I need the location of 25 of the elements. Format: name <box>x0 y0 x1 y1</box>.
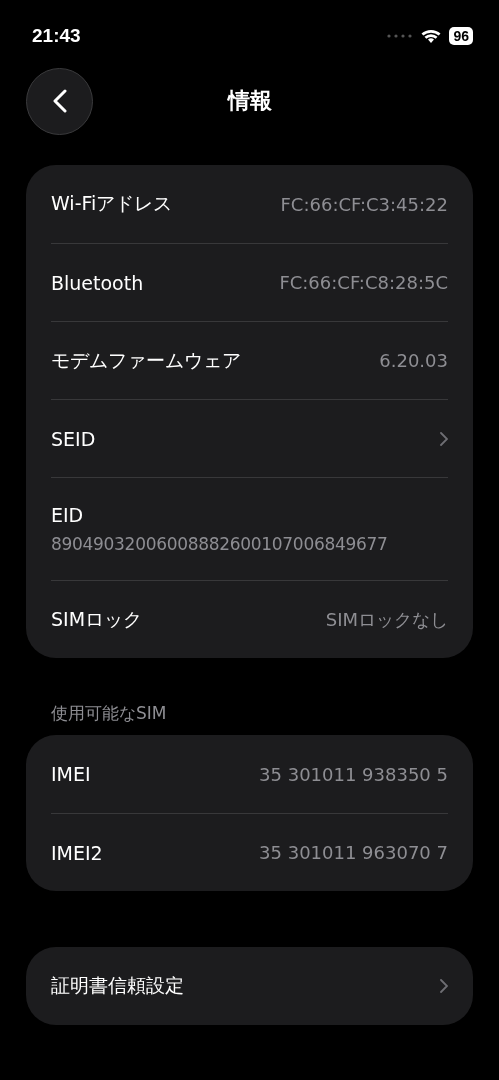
wifi-icon <box>421 28 442 44</box>
battery-level: 96 <box>449 27 473 45</box>
chevron-icon <box>440 431 448 446</box>
row-value: FC:66:CF:C3:45:22 <box>280 193 448 215</box>
row-label: IMEI <box>51 763 92 785</box>
row-value: 35 301011 963070 7 <box>259 842 448 863</box>
back-icon <box>52 89 67 113</box>
settings-link-row[interactable]: 証明書信頼設定 <box>51 947 448 1025</box>
row-label: Wi-Fiアドレス <box>51 191 174 216</box>
section-heading: 使用可能なSIM <box>51 702 167 725</box>
chevron-icon <box>440 979 448 993</box>
row-label: Bluetooth <box>51 271 145 294</box>
row-value: SIMロックなし <box>325 607 448 632</box>
row-label: モデムファームウェア <box>51 347 242 373</box>
status-time: 21:43 <box>32 25 82 47</box>
page-title: 情報 <box>227 87 272 115</box>
row-value: 89049032006008882600107006849677 <box>51 534 388 554</box>
row-value: 6.20.03 <box>379 350 448 371</box>
settings-link-row[interactable]: SEID <box>51 399 448 477</box>
signal-icon <box>387 34 414 38</box>
row-label: SIMロック <box>51 606 144 632</box>
row-label: IMEI2 <box>51 841 104 864</box>
row-label: EID <box>51 504 84 526</box>
row-value: 35 301011 938350 5 <box>259 763 448 785</box>
row-value: FC:66:CF:C8:28:5C <box>279 272 448 293</box>
